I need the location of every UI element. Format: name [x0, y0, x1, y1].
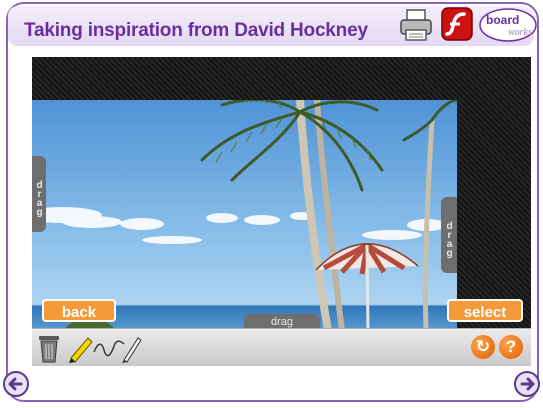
beach-photo: [32, 100, 457, 331]
flash-icon[interactable]: [440, 6, 474, 42]
toolbar: ↻ ?: [32, 328, 531, 366]
select-button[interactable]: select: [447, 299, 523, 322]
prev-arrow-icon[interactable]: [2, 370, 30, 398]
boardworks-logo-subtext: works: [508, 27, 532, 38]
help-button[interactable]: ?: [499, 335, 523, 359]
bin-icon[interactable]: [36, 332, 62, 364]
highlighter-icon[interactable]: [66, 332, 94, 364]
drag-handle-left[interactable]: drag: [32, 156, 46, 232]
drag-handle-right[interactable]: drag: [441, 197, 457, 273]
reset-button[interactable]: ↻: [471, 335, 495, 359]
boardworks-logo: board works: [479, 8, 537, 42]
next-arrow-icon[interactable]: [513, 370, 541, 398]
palm-beach-image: [32, 100, 457, 331]
print-icon[interactable]: [398, 8, 434, 42]
back-button[interactable]: back: [42, 299, 116, 322]
boardworks-logo-text: board: [486, 13, 519, 27]
page-title: Taking inspiration from David Hockney: [24, 20, 368, 41]
image-stage: drag drag drag back select: [32, 57, 531, 364]
pen-icon[interactable]: [118, 332, 144, 364]
